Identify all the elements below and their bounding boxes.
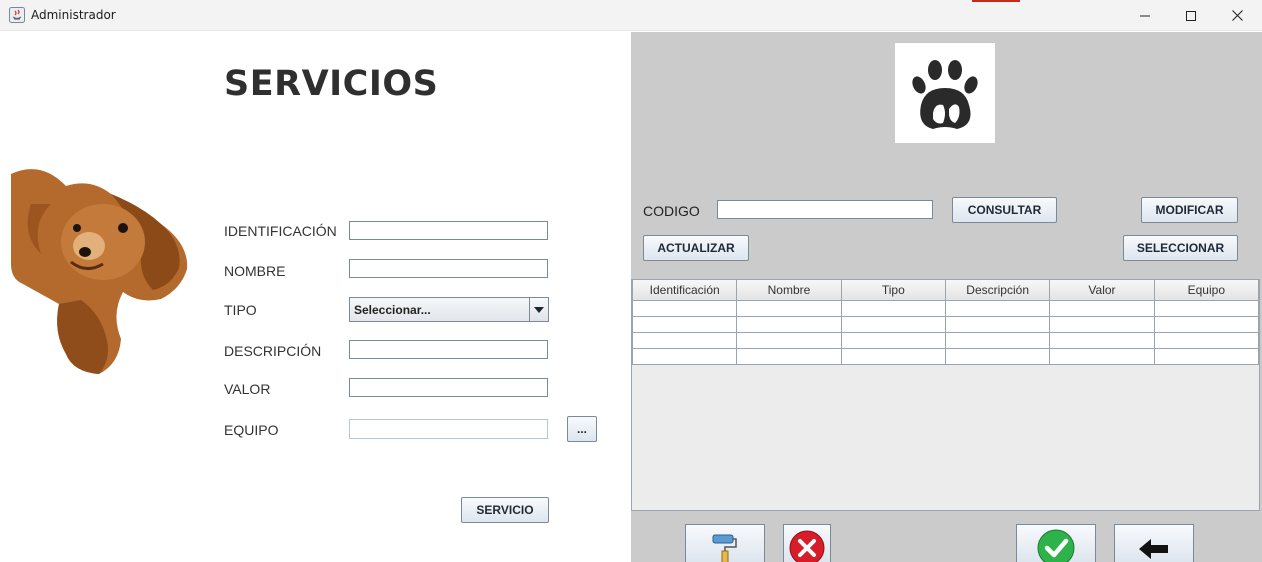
column-header[interactable]: Descripción [944,280,1051,301]
column-header[interactable]: Tipo [840,280,946,301]
table-cell[interactable] [840,347,946,365]
table-cell[interactable] [944,315,1051,333]
table-cell[interactable] [840,299,946,317]
table-cell[interactable] [1049,299,1155,317]
nombre-label: NOMBRE [224,263,286,279]
equipo-browse-button[interactable]: ... [567,416,597,442]
table-cell[interactable] [840,331,946,349]
table-row[interactable] [631,299,1260,317]
minimize-button[interactable] [1122,0,1168,31]
table-cell[interactable] [944,331,1051,349]
paint-roller-icon [712,534,737,562]
table-cell[interactable] [1049,347,1155,365]
services-table-area: Identificación Nombre Tipo Descripción V… [631,279,1260,511]
table-cell[interactable] [736,315,842,333]
clear-form-button[interactable] [685,524,765,562]
table-cell[interactable] [631,331,738,349]
minimize-icon [1140,15,1150,16]
tipo-select[interactable]: Seleccionar... [349,297,549,322]
confirm-icon [1037,529,1075,562]
column-header[interactable]: Identificación [631,280,738,301]
table-cell[interactable] [736,347,842,365]
records-panel: CODIGO CONSULTAR MODIFICAR ACTUALIZAR SE… [631,32,1262,562]
table-cell[interactable] [1049,315,1155,333]
paw-logo-icon [895,43,995,143]
app-window: Administrador SERVICIOS IDENTIFICACIÓN N… [0,0,1262,562]
valor-field[interactable] [349,378,548,397]
title-bar-accent [972,0,1020,2]
services-table: Identificación Nombre Tipo Descripción V… [631,280,1260,365]
maximize-button[interactable] [1168,0,1214,31]
table-cell[interactable] [1153,299,1260,317]
save-button[interactable] [1016,524,1096,562]
close-button[interactable] [1214,0,1260,31]
maximize-icon [1186,10,1196,21]
table-row[interactable] [631,331,1260,349]
chevron-down-icon [534,306,544,313]
table-cell[interactable] [840,315,946,333]
table-row[interactable] [631,347,1260,365]
column-header[interactable]: Nombre [736,280,842,301]
cancel-icon [789,530,825,562]
table-cell[interactable] [736,331,842,349]
table-cell[interactable] [736,299,842,317]
equipo-field[interactable] [349,419,548,439]
window-title: Administrador [31,8,116,22]
identificacion-label: IDENTIFICACIÓN [224,223,337,239]
column-header[interactable]: Equipo [1153,280,1260,301]
dog-illustration [11,169,188,374]
nombre-field[interactable] [349,259,548,278]
tipo-selected-value: Seleccionar... [354,303,431,317]
tipo-label: TIPO [224,302,257,318]
modificar-button[interactable]: MODIFICAR [1141,197,1238,223]
table-cell[interactable] [1153,331,1260,349]
page-title: SERVICIOS [224,64,439,104]
codigo-label: CODIGO [643,203,700,219]
descripcion-label: DESCRIPCIÓN [224,343,322,359]
table-cell[interactable] [1049,331,1155,349]
table-cell[interactable] [1153,347,1260,365]
table-cell[interactable] [1153,315,1260,333]
java-app-icon [9,7,25,23]
table-cell[interactable] [944,299,1051,317]
column-header[interactable]: Valor [1049,280,1155,301]
back-arrow-icon [1139,539,1168,559]
table-cell[interactable] [631,299,738,317]
cancel-button[interactable] [783,524,831,562]
codigo-field[interactable] [717,200,933,219]
table-cell[interactable] [944,347,1051,365]
title-bar: Administrador [0,0,1262,31]
seleccionar-button[interactable]: SELECCIONAR [1123,235,1238,261]
consultar-button[interactable]: CONSULTAR [952,197,1057,223]
service-form-panel: SERVICIOS IDENTIFICACIÓN NOMBRE TIPO Sel… [11,32,631,562]
identificacion-field[interactable] [349,221,548,240]
valor-label: VALOR [224,381,271,397]
close-icon [1231,10,1243,21]
table-cell[interactable] [631,347,738,365]
actualizar-button[interactable]: ACTUALIZAR [643,235,749,261]
table-row[interactable] [631,315,1260,333]
equipo-label: EQUIPO [224,422,279,438]
back-button[interactable] [1114,524,1194,562]
table-cell[interactable] [631,315,738,333]
servicio-button[interactable]: SERVICIO [461,497,549,523]
dropdown-arrow-button[interactable] [529,298,548,321]
descripcion-field[interactable] [349,340,548,359]
